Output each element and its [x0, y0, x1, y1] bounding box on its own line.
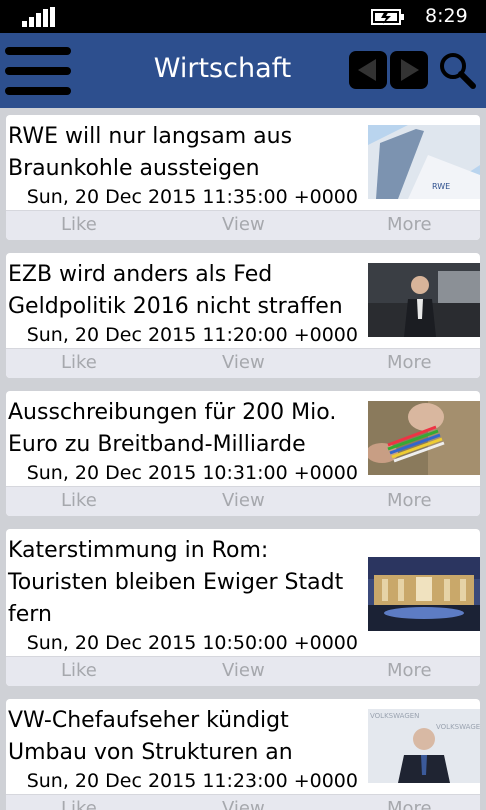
- article-title[interactable]: RWE will nur langsam aus Braunkohle auss…: [8, 121, 363, 185]
- more-button[interactable]: More: [387, 660, 432, 681]
- like-button[interactable]: Like: [61, 214, 97, 235]
- article-card[interactable]: Ausschreibungen für 200 Mio. Euro zu Bre…: [6, 391, 480, 516]
- article-actions: Like View More: [6, 486, 480, 516]
- signal-bars-icon: [22, 7, 56, 27]
- app-header: Wirtschaft: [0, 33, 486, 108]
- svg-text:VOLKSWAGE: VOLKSWAGE: [436, 723, 480, 731]
- clock: 8:29: [425, 5, 468, 27]
- article-date: Sun, 20 Dec 2015 10:50:00 +0000: [26, 632, 358, 654]
- article-card[interactable]: EZB wird anders als Fed Geldpolitik 2016…: [6, 253, 480, 378]
- article-actions: Like View More: [6, 794, 480, 810]
- hamburger-menu-icon[interactable]: [5, 45, 73, 97]
- more-button[interactable]: More: [387, 798, 432, 810]
- battery-charging-icon: [371, 9, 404, 25]
- article-thumbnail[interactable]: [368, 401, 480, 475]
- article-date: Sun, 20 Dec 2015 11:35:00 +0000: [26, 186, 358, 208]
- svg-text:VOLKSWAGEN: VOLKSWAGEN: [370, 712, 419, 720]
- more-button[interactable]: More: [387, 490, 432, 511]
- view-button[interactable]: View: [222, 352, 265, 373]
- like-button[interactable]: Like: [61, 660, 97, 681]
- more-button[interactable]: More: [387, 352, 432, 373]
- arrow-left-icon: [358, 59, 376, 81]
- article-thumbnail[interactable]: [368, 263, 480, 337]
- status-bar: 8:29: [0, 0, 486, 33]
- article-thumbnail[interactable]: VOLKSWAGEN VOLKSWAGE: [368, 709, 480, 783]
- article-thumbnail[interactable]: RWE: [368, 125, 480, 199]
- page-title: Wirtschaft: [153, 53, 292, 84]
- article-thumbnail[interactable]: [368, 557, 480, 631]
- article-actions: Like View More: [6, 656, 480, 686]
- svg-text:RWE: RWE: [432, 182, 450, 191]
- next-button[interactable]: [390, 51, 428, 89]
- article-title[interactable]: Katerstimmung in Rom: Touristen bleiben …: [8, 535, 363, 631]
- search-icon[interactable]: [438, 51, 476, 89]
- article-card[interactable]: RWE will nur langsam aus Braunkohle auss…: [6, 115, 480, 240]
- article-actions: Like View More: [6, 210, 480, 240]
- article-title[interactable]: VW-Chefaufseher kündigt Umbau von Strukt…: [8, 705, 363, 769]
- article-list[interactable]: RWE will nur langsam aus Braunkohle auss…: [0, 108, 486, 810]
- more-button[interactable]: More: [387, 214, 432, 235]
- arrow-right-icon: [401, 59, 419, 81]
- article-card[interactable]: VW-Chefaufseher kündigt Umbau von Strukt…: [6, 699, 480, 810]
- article-actions: Like View More: [6, 348, 480, 378]
- like-button[interactable]: Like: [61, 352, 97, 373]
- view-button[interactable]: View: [222, 798, 265, 810]
- view-button[interactable]: View: [222, 660, 265, 681]
- article-date: Sun, 20 Dec 2015 11:20:00 +0000: [26, 324, 358, 346]
- like-button[interactable]: Like: [61, 798, 97, 810]
- article-title[interactable]: Ausschreibungen für 200 Mio. Euro zu Bre…: [8, 397, 363, 461]
- article-card[interactable]: Katerstimmung in Rom: Touristen bleiben …: [6, 529, 480, 686]
- view-button[interactable]: View: [222, 214, 265, 235]
- article-date: Sun, 20 Dec 2015 10:31:00 +0000: [26, 462, 358, 484]
- like-button[interactable]: Like: [61, 490, 97, 511]
- previous-button[interactable]: [349, 51, 387, 89]
- article-date: Sun, 20 Dec 2015 11:23:00 +0000: [26, 770, 358, 792]
- article-title[interactable]: EZB wird anders als Fed Geldpolitik 2016…: [8, 259, 363, 323]
- view-button[interactable]: View: [222, 490, 265, 511]
